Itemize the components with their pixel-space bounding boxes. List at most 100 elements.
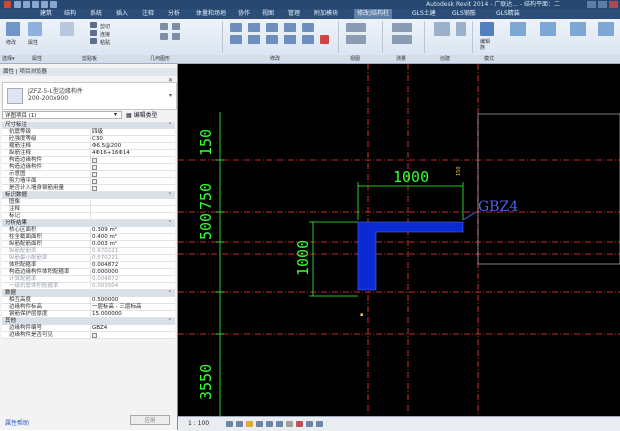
collapse-icon[interactable]: ⌃	[168, 290, 172, 297]
close-icon[interactable]	[609, 1, 618, 8]
copy-tool-icon[interactable]	[248, 35, 260, 44]
tab-annotate[interactable]: 注释	[142, 9, 154, 19]
save-icon[interactable]	[23, 1, 30, 8]
rotate-icon[interactable]	[266, 35, 278, 44]
geometry-icon-1[interactable]	[160, 23, 168, 30]
section-header[interactable]: 尺寸标注 ⌃	[2, 122, 175, 129]
show-crop-icon[interactable]	[276, 421, 283, 427]
section-header[interactable]: 其他 ⌃	[2, 318, 175, 325]
undo-icon[interactable]	[32, 1, 39, 8]
create-group-icon[interactable]	[456, 22, 466, 36]
paste-icon[interactable]	[60, 22, 74, 36]
property-value[interactable]: 0.570221	[92, 255, 118, 262]
l-shaped-edge-column[interactable]	[357, 221, 464, 291]
property-value[interactable]: 0.400 m²	[92, 234, 117, 241]
section-header[interactable]: 标识数据 ⌃	[2, 192, 175, 199]
type-selector[interactable]: JZFZ-5-L型边缘构件 200-200x900 ▾	[2, 82, 177, 110]
property-checkbox[interactable]	[92, 333, 97, 338]
property-value[interactable]: 0.970221	[92, 248, 118, 255]
property-value[interactable]: 0.500000	[92, 297, 118, 304]
maximize-icon[interactable]	[598, 1, 607, 8]
tab-massing[interactable]: 体量和场地	[196, 9, 226, 19]
collapse-icon[interactable]: ⌃	[168, 122, 172, 129]
properties-icon[interactable]	[28, 22, 42, 36]
reveal-hidden-icon[interactable]	[306, 421, 313, 427]
property-checkbox[interactable]	[92, 165, 97, 170]
app-menu-icon[interactable]	[4, 1, 11, 8]
property-value[interactable]: 0.000000	[92, 269, 118, 276]
tab-analyze[interactable]: 分析	[168, 9, 180, 19]
sun-path-icon[interactable]	[246, 421, 253, 427]
drawing-canvas[interactable]: 150 750 500 3550 1000 1000 150 GBZ4 ▪	[178, 64, 620, 416]
offset-icon[interactable]	[248, 23, 260, 32]
shadows-icon[interactable]	[256, 421, 263, 427]
crop-view-icon[interactable]	[266, 421, 273, 427]
geometry-icon-4[interactable]	[172, 33, 180, 40]
property-checkbox[interactable]	[92, 158, 97, 163]
property-value[interactable]: 四级	[92, 129, 103, 136]
properties-help-link[interactable]: 属性帮助	[5, 418, 29, 427]
move-icon[interactable]	[230, 35, 242, 44]
view-icon-2[interactable]	[346, 35, 366, 44]
print-icon[interactable]	[50, 1, 57, 8]
property-checkbox[interactable]	[92, 186, 97, 191]
tab-architecture[interactable]: 建筑	[40, 9, 52, 19]
gls-icon-3[interactable]	[570, 22, 586, 36]
view-scale[interactable]: 1 : 100	[188, 419, 209, 429]
filter-dropdown-icon[interactable]: ▾	[114, 111, 117, 118]
geometry-icon-2[interactable]	[172, 23, 180, 30]
property-checkbox[interactable]	[92, 172, 97, 177]
section-header[interactable]: 数据 ⌃	[2, 290, 175, 297]
property-checkbox[interactable]	[92, 179, 97, 184]
match-icon[interactable]	[90, 38, 97, 44]
property-value[interactable]: C30	[92, 136, 103, 143]
tab-gls-civil[interactable]: GLS土建	[412, 9, 436, 19]
property-value[interactable]: 0.004872	[92, 262, 118, 269]
split-icon[interactable]	[302, 23, 314, 32]
trim-icon[interactable]	[284, 35, 296, 44]
dimension-icon[interactable]	[392, 35, 412, 44]
cut-icon[interactable]	[90, 22, 97, 28]
collapse-icon[interactable]: ⌃	[168, 318, 172, 325]
measure-icon[interactable]	[392, 23, 412, 32]
hide-isolate-icon[interactable]	[296, 421, 303, 427]
gls-icon-2[interactable]	[540, 22, 556, 36]
delete-icon[interactable]	[320, 35, 329, 44]
modify-icon[interactable]	[6, 22, 20, 36]
view-icon[interactable]	[346, 23, 366, 32]
chevron-down-icon[interactable]: ▾	[169, 92, 172, 99]
detail-level-icon[interactable]	[226, 421, 233, 427]
property-value[interactable]: 15.000000	[92, 311, 122, 318]
visual-style-icon[interactable]	[236, 421, 243, 427]
section-header[interactable]: 分析结果 ⌃	[2, 220, 175, 227]
property-value[interactable]: 一层标高 - 三层标高	[92, 304, 141, 311]
tab-gls-finish[interactable]: GLS精装	[496, 9, 520, 19]
property-value[interactable]: 0.004872	[92, 276, 118, 283]
instance-filter-select[interactable]: 详图项目 (1)	[2, 111, 122, 119]
array-icon[interactable]	[302, 35, 314, 44]
mirror-draw-icon[interactable]	[284, 23, 296, 32]
tab-manage[interactable]: 管理	[288, 9, 300, 19]
tool-paste[interactable]: 粘贴	[100, 39, 110, 46]
mirror-icon[interactable]	[266, 23, 278, 32]
gls-icon-1[interactable]	[510, 22, 526, 36]
geometry-icon-3[interactable]	[160, 33, 168, 40]
column-tag[interactable]: GBZ4	[478, 199, 518, 215]
tab-systems[interactable]: 系统	[90, 9, 102, 19]
group-select[interactable]: 选择▾	[2, 55, 15, 63]
analytical-model-icon[interactable]	[316, 421, 323, 427]
edit-family-icon[interactable]	[480, 22, 494, 36]
property-value[interactable]: 0.003 m²	[92, 241, 117, 248]
tab-gls-rebar[interactable]: GLS钢筋	[452, 9, 476, 19]
create-icon[interactable]	[434, 22, 450, 36]
property-value[interactable]: 4Φ16+16Φ14	[92, 150, 130, 157]
property-value[interactable]: GBZ4	[92, 325, 107, 332]
copy-icon[interactable]	[90, 30, 97, 36]
apply-button[interactable]: 应用	[130, 415, 170, 425]
tab-insert[interactable]: 插入	[116, 9, 128, 19]
tab-collaborate[interactable]: 协作	[238, 9, 250, 19]
property-value[interactable]: 0.003504	[92, 283, 118, 290]
align-icon[interactable]	[230, 23, 242, 32]
minimize-icon[interactable]	[587, 1, 596, 8]
lock-view-icon[interactable]	[286, 421, 293, 427]
